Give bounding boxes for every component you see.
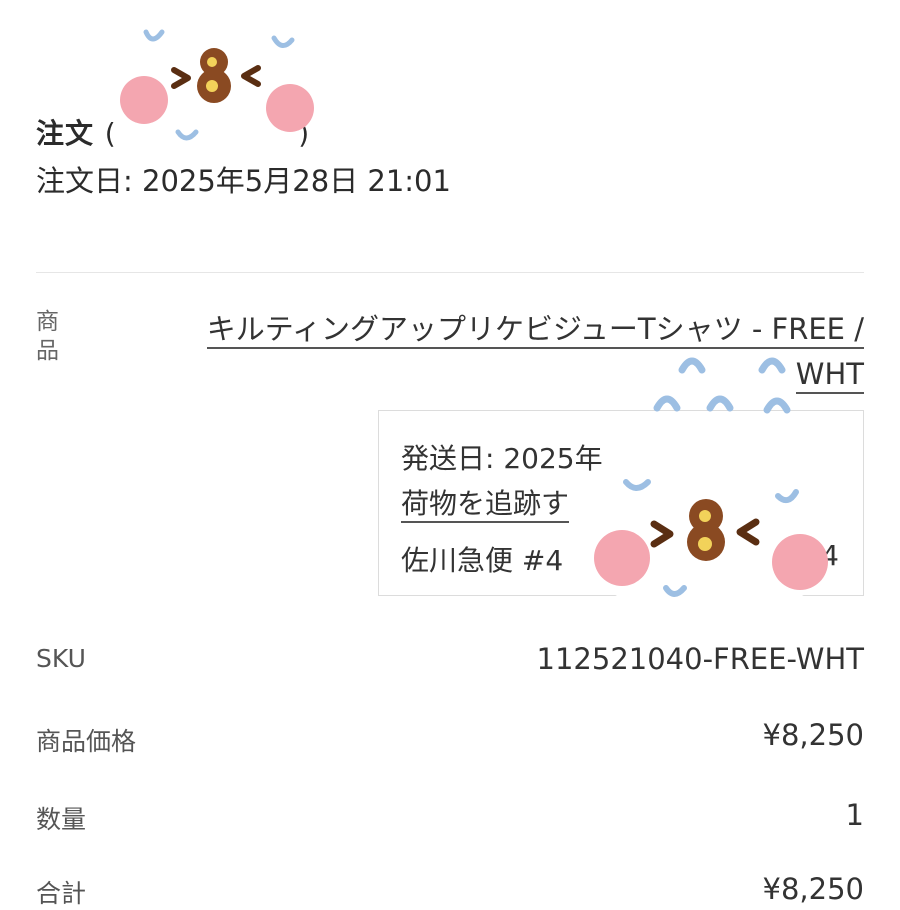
quantity-label: 数量: [36, 805, 87, 834]
total-label: 合計: [36, 879, 87, 908]
product-label: 商 品: [36, 308, 64, 366]
price-label: 商品価格: [36, 727, 137, 756]
ship-date-text: 発送日: 2025年: [401, 442, 603, 475]
order-title-label: 注文: [36, 117, 95, 150]
sku-value: 112521040-FREE-WHT: [536, 642, 864, 676]
sku-label: SKU: [36, 644, 86, 673]
carrier-tracking-number: 佐川急便 #4: [401, 544, 564, 577]
section-divider: [36, 272, 864, 273]
privacy-sticker-icon: [594, 357, 828, 600]
total-value: ¥8,250: [762, 872, 864, 906]
product-label-char: 品: [36, 338, 59, 364]
track-package-link[interactable]: 荷物を追跡す: [401, 487, 570, 523]
product-label-char: 商: [36, 309, 59, 335]
order-date: 注文日: 2025年5月28日 21:01: [36, 164, 451, 198]
price-value: ¥8,250: [762, 718, 864, 752]
quantity-value: 1: [845, 798, 864, 832]
privacy-sticker-icon: [120, 29, 314, 149]
